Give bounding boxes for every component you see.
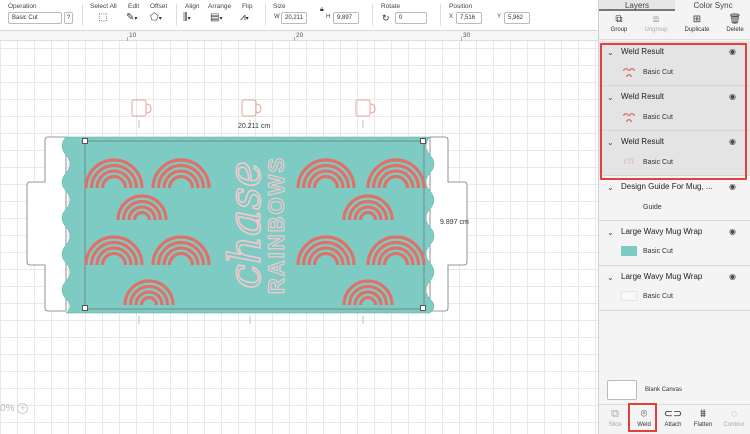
trash-icon: 🗑︎ [728, 14, 742, 25]
resize-handle[interactable] [82, 138, 88, 144]
arrange-label: Arrange [208, 3, 232, 10]
flip-label: Flip [242, 3, 253, 10]
zoom-value: 0% [0, 403, 15, 414]
position-x-label: X [449, 14, 454, 20]
mug-guide-icon [241, 99, 262, 117]
layer-child-label: Basic Cut [643, 248, 673, 255]
operation-help-button[interactable]: ? [64, 12, 73, 24]
rotate-input[interactable]: 0 [395, 12, 427, 24]
chevron-down-icon[interactable]: ⌄ [607, 228, 614, 237]
arrange-icon[interactable]: ▤▾ [210, 12, 222, 25]
weld-button-highlight [628, 403, 657, 432]
align-label: Align [185, 3, 200, 10]
teal-swatch-thumbnail [621, 246, 637, 256]
lock-icon[interactable]: 🔒︎ [320, 4, 324, 16]
mug-guide-icon [131, 99, 152, 117]
group-button[interactable]: ⧉ Group [601, 14, 637, 33]
mug-guide-icon [355, 99, 376, 117]
wrap-outline-left [26, 136, 67, 312]
position-y-input[interactable]: 5,962 [504, 12, 530, 24]
width-dimension-label: 20.211 cm [238, 123, 271, 130]
select-all-label: Select All [90, 3, 117, 10]
eye-icon[interactable]: ◉ [729, 227, 736, 236]
operation-select[interactable]: Basic Cut [8, 12, 62, 24]
bottom-actions: ⧉ Slice ⌾ Weld ⊂⊃ Attach ⩩ Flatten ◌ Contour [599, 404, 750, 434]
height-input[interactable]: 9,897 [333, 12, 359, 24]
zoom-in-icon[interactable]: + [17, 403, 29, 414]
width-input[interactable]: 20,211 [281, 12, 307, 24]
resize-handle[interactable] [420, 138, 426, 144]
duplicate-icon: ⊞ [692, 14, 702, 25]
delete-button[interactable]: 🗑︎ Delete [717, 14, 750, 33]
block-text: RAINBOWS [264, 156, 289, 294]
layer-title: Large Wavy Mug Wrap [621, 272, 703, 281]
layer-title: Design Guide For Mug, ... [621, 182, 713, 191]
height-label: H [326, 14, 331, 20]
panel-tabs: Layers Color Sync [599, 0, 750, 11]
flatten-button[interactable]: ⩩ Flatten [688, 407, 718, 428]
top-toolbar: Operation Basic Cut ? Select All ⬚ Edit … [0, 0, 598, 31]
operation-group: Operation [8, 3, 37, 10]
chevron-down-icon[interactable]: ⌄ [607, 273, 614, 282]
contour-button[interactable]: ◌ Contour [719, 407, 749, 428]
offset-icon[interactable]: ⬠▾ [150, 12, 162, 25]
layer-child-label: Guide [643, 204, 662, 211]
flatten-icon: ⩩ [700, 408, 706, 420]
eye-icon[interactable]: ◉ [729, 182, 736, 191]
rotate-icon: ↻ [382, 13, 390, 23]
slice-icon: ⧉ [611, 408, 619, 420]
tab-layers[interactable]: Layers [599, 0, 675, 11]
group-icon: ⧉ [615, 14, 623, 25]
position-y-label: Y [497, 14, 502, 20]
blank-canvas-swatch[interactable] [607, 380, 637, 400]
align-icon[interactable]: ⫼▾ [183, 12, 191, 25]
ungroup-button[interactable]: ⧈ Ungroup [638, 14, 674, 33]
weld-results-highlight [600, 43, 747, 180]
rotate-label: Rotate [381, 3, 401, 10]
offset-label: Offset [150, 3, 168, 10]
design-canvas[interactable]: 10 20 30 chase RAINBOWS 20.211 cm 9.897 … [0, 31, 598, 434]
white-swatch-thumbnail [621, 291, 637, 301]
layer-large-wavy-mug-wrap[interactable]: ⌄ Large Wavy Mug Wrap ◉ Basic Cut [599, 221, 750, 266]
ungroup-icon: ⧈ [652, 14, 660, 25]
width-label: W [274, 14, 280, 20]
layer-child-label: Basic Cut [643, 293, 673, 300]
attach-icon: ⊂⊃ [663, 408, 683, 420]
flip-icon[interactable]: ⩘▾ [240, 12, 249, 25]
select-all-icon[interactable]: ⬚ [98, 12, 107, 24]
layer-title: Large Wavy Mug Wrap [621, 227, 703, 236]
chevron-down-icon[interactable]: ⌄ [607, 183, 614, 192]
edit-pen-icon[interactable]: ✎▾ [126, 12, 137, 25]
slice-button[interactable]: ⧉ Slice [600, 407, 630, 428]
size-label: Size [273, 3, 286, 10]
position-x-input[interactable]: 7,516 [456, 12, 482, 24]
resize-handle[interactable] [420, 305, 426, 311]
mug-wrap-design[interactable]: chase RAINBOWS [0, 31, 598, 434]
operation-label: Operation [8, 3, 37, 10]
zoom-control[interactable]: 0% + [0, 403, 29, 414]
position-label: Position [449, 3, 473, 10]
resize-handle[interactable] [82, 305, 88, 311]
eye-icon[interactable]: ◉ [729, 272, 736, 281]
chase-rainbows-text: chase RAINBOWS [219, 155, 289, 294]
attach-button[interactable]: ⊂⊃ Attach [658, 407, 688, 428]
layer-actions: ⧉ Group ⧈ Ungroup ⊞ Duplicate 🗑︎ Delete [599, 14, 750, 40]
contour-icon: ◌ [730, 408, 738, 420]
layer-design-guide[interactable]: ⌄ Design Guide For Mug, ... ◉ Guide [599, 176, 750, 221]
edit-label: Edit [128, 3, 140, 10]
blank-canvas-label: Blank Canvas [645, 387, 683, 393]
height-dimension-label: 9.897 cm [440, 219, 469, 226]
layer-large-wavy-mug-wrap[interactable]: ⌄ Large Wavy Mug Wrap ◉ Basic Cut [599, 266, 750, 311]
tab-color-sync[interactable]: Color Sync [675, 0, 750, 11]
duplicate-button[interactable]: ⊞ Duplicate [679, 14, 715, 33]
